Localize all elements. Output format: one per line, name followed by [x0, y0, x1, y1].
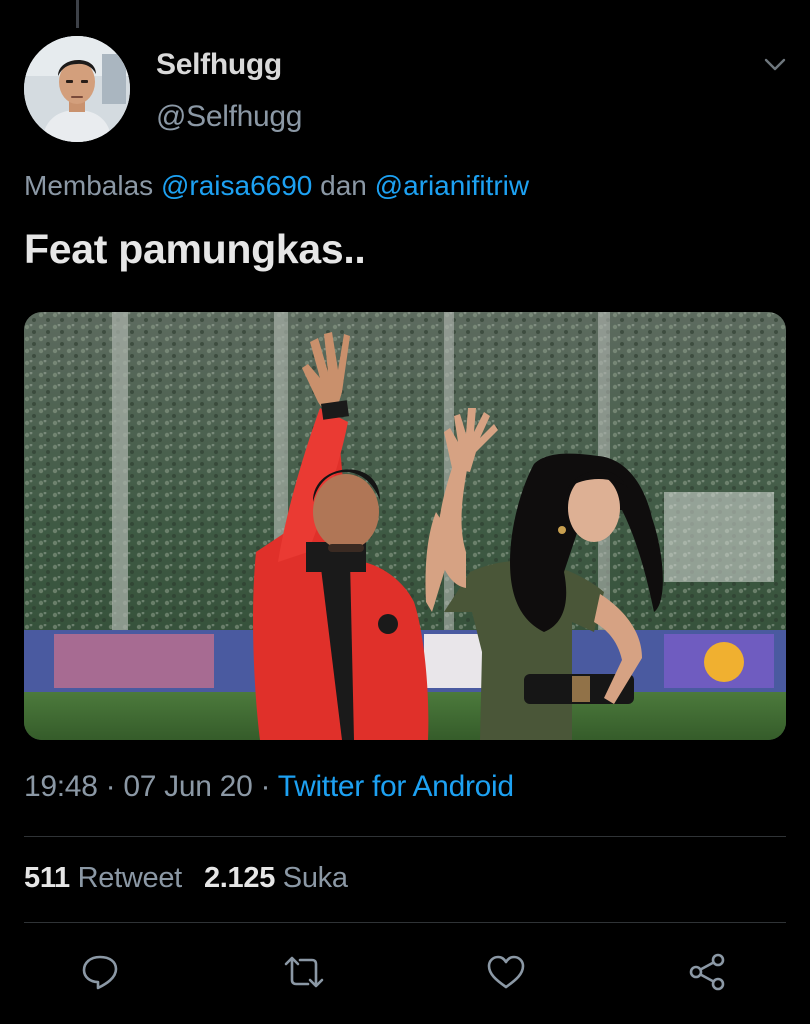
like-label: Suka [282, 862, 348, 894]
mention-link-arianifitriw[interactable]: @arianifitriw [375, 170, 529, 201]
tweet-photo[interactable] [24, 312, 786, 740]
tweet-time: 19:48 [24, 770, 98, 803]
retweet-icon[interactable] [282, 952, 326, 992]
like-count: 2.125 [203, 862, 276, 894]
reply-icon[interactable] [78, 952, 122, 992]
meta-separator: · [260, 770, 271, 803]
reply-joiner: dan [320, 170, 367, 201]
tweet-source-link[interactable]: Twitter for Android [278, 770, 514, 803]
retweet-stat[interactable]: 511 Retweet [24, 862, 182, 894]
tweet-meta: 19:48 · 07 Jun 20 · Twitter for Android [24, 770, 514, 804]
reply-prefix: Membalas [24, 170, 154, 201]
thread-line [76, 0, 79, 28]
reply-context: Membalas @raisa6690 dan @arianifitriw [24, 170, 529, 202]
avatar[interactable] [24, 36, 130, 142]
divider [24, 836, 786, 837]
share-icon[interactable] [686, 952, 730, 992]
retweet-count: 511 [24, 862, 70, 894]
author-handle[interactable]: @Selfhugg [156, 100, 302, 134]
mention-link-raisa[interactable]: @raisa6690 [161, 170, 312, 201]
heart-icon[interactable] [484, 952, 528, 992]
tweet-date: 07 Jun 20 [123, 770, 253, 803]
tweet-stats: 511 Retweet 2.125 Suka [24, 862, 348, 895]
retweet-label: Retweet [77, 862, 183, 894]
like-stat[interactable]: 2.125 Suka [204, 862, 348, 894]
tweet-text: Feat pamungkas.. [24, 226, 366, 272]
chevron-down-icon[interactable] [762, 54, 788, 74]
divider [24, 922, 786, 923]
author-display-name[interactable]: Selfhugg [156, 48, 282, 82]
meta-separator: · [105, 770, 116, 803]
